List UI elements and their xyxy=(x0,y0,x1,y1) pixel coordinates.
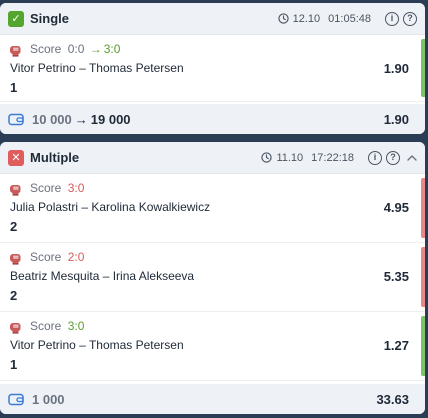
clock-icon xyxy=(277,13,289,24)
bet-event-row: Score 3:0 Vitor Petrino – Thomas Peterse… xyxy=(0,312,425,381)
check-icon: ✓ xyxy=(8,10,24,27)
status-indicator-lost xyxy=(421,178,425,238)
bet-type-title: Multiple xyxy=(30,150,80,165)
total-odds: 33.63 xyxy=(376,391,409,407)
wallet-icon xyxy=(8,113,24,126)
event-odds: 1.27 xyxy=(383,338,409,353)
clock-icon xyxy=(261,152,273,163)
bet-type-title: Single xyxy=(30,11,70,26)
score-line: Score 0:0 → 3:0 xyxy=(10,41,417,58)
stake-amount: 1 000 xyxy=(32,391,65,407)
bet-meta: 11.10 17:22:18 i ? xyxy=(261,150,417,165)
bet-event-row: Score 0:0 → 3:0 Vitor Petrino – Thomas Pe… xyxy=(0,35,425,102)
bet-card-header: ✓ Single 12.10 01:05:48 i ? xyxy=(0,3,425,35)
mma-glove-icon xyxy=(8,321,22,339)
mma-glove-icon xyxy=(8,183,22,201)
mma-glove-icon xyxy=(8,44,22,62)
status-indicator-won xyxy=(421,316,425,376)
bet-meta: 12.10 01:05:48 i ? xyxy=(277,11,417,26)
info-icon[interactable]: i xyxy=(368,150,382,165)
bet-event-row: Score 3:0 Julia Polastri – Karolina Kowa… xyxy=(0,174,425,243)
bet-event-row: Score 2:0 Beatriz Mesquita – Irina Aleks… xyxy=(0,243,425,312)
wallet-icon xyxy=(8,393,24,406)
score-line: Score 2:0 xyxy=(10,249,417,266)
bet-date: 11.10 xyxy=(276,151,304,164)
event-odds: 5.35 xyxy=(383,269,409,284)
score-line: Score 3:0 xyxy=(10,318,417,335)
bet-footer: 10 000 → 19 000 1.90 xyxy=(0,104,425,134)
event-pick: 1 xyxy=(10,80,18,95)
info-icon[interactable]: i xyxy=(385,11,399,26)
event-teams: Vitor Petrino – Thomas Petersen xyxy=(10,61,184,75)
score-after: 3:0 xyxy=(103,42,121,56)
bet-card-header[interactable]: ✕ Multiple 11.10 17:22:18 i ? xyxy=(0,142,425,174)
bet-time: 17:22:18 xyxy=(311,151,354,164)
score-arrow: → xyxy=(89,42,102,56)
chevron-up-icon[interactable] xyxy=(407,154,417,161)
event-pick: 2 xyxy=(10,219,18,234)
score-label: Score xyxy=(30,319,62,333)
event-teams: Vitor Petrino – Thomas Petersen xyxy=(10,338,184,352)
mma-glove-icon xyxy=(8,252,22,270)
help-icon[interactable]: ? xyxy=(403,11,417,26)
payout-amount: 19 000 xyxy=(90,111,131,127)
score-value: 3:0 xyxy=(67,181,85,195)
help-icon[interactable]: ? xyxy=(386,150,400,165)
event-teams: Beatriz Mesquita – Irina Alekseeva xyxy=(10,269,195,283)
score-value: 3:0 xyxy=(67,319,85,333)
bet-time: 01:05:48 xyxy=(328,12,371,25)
score-label: Score xyxy=(30,42,62,56)
bet-card-single: ✓ Single 12.10 01:05:48 i ? Score 0:0 → 3… xyxy=(0,3,425,134)
bet-date: 12.10 xyxy=(292,12,321,25)
event-pick: 1 xyxy=(10,357,18,372)
score-label: Score xyxy=(30,250,62,264)
score-line: Score 3:0 xyxy=(10,180,417,197)
event-odds: 1.90 xyxy=(383,61,409,76)
total-odds: 1.90 xyxy=(383,111,409,127)
bet-card-multiple: ✕ Multiple 11.10 17:22:18 i ? Score 3:0 … xyxy=(0,142,425,414)
score-label: Score xyxy=(30,181,62,195)
score-before: 0:0 xyxy=(67,42,85,56)
score-value: 2:0 xyxy=(67,250,85,264)
payout-arrow: → xyxy=(74,111,88,127)
event-pick: 2 xyxy=(10,288,18,303)
bet-footer: 1 000 33.63 xyxy=(0,384,425,414)
event-teams: Julia Polastri – Karolina Kowalkiewicz xyxy=(10,200,211,214)
status-indicator-lost xyxy=(421,247,425,307)
close-icon: ✕ xyxy=(8,149,24,166)
event-odds: 4.95 xyxy=(383,200,409,215)
stake-amount: 10 000 xyxy=(32,111,72,127)
status-indicator-won xyxy=(421,39,425,97)
